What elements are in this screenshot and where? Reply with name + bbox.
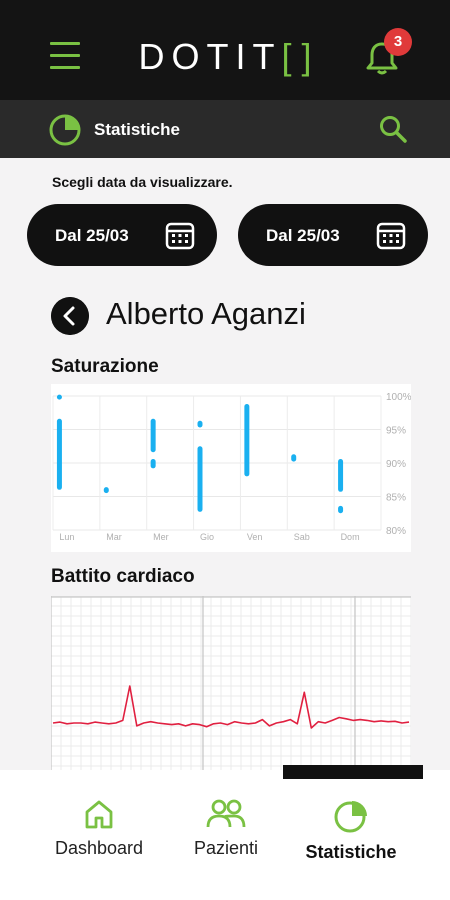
section-title: Statistiche xyxy=(94,120,180,139)
users-icon xyxy=(206,799,246,828)
nav-dashboard-label: Dashboard xyxy=(54,838,144,858)
nav-statistiche-label: Statistiche xyxy=(305,842,397,862)
date-from-button[interactable]: Dal 25/03 xyxy=(27,204,217,266)
patient-name: Alberto Aganzi xyxy=(106,296,306,331)
x-tick-label: Lun xyxy=(59,532,74,542)
y-tick-label: 90% xyxy=(386,459,406,470)
back-button[interactable] xyxy=(51,297,89,335)
pie-chart-icon xyxy=(49,114,81,146)
nav-pazienti-label: Pazienti xyxy=(193,838,259,858)
nav-dashboard[interactable]: Dashboard xyxy=(39,798,159,859)
nav-statistiche[interactable]: Statistiche xyxy=(291,798,411,863)
y-tick-label: 85% xyxy=(386,493,406,504)
notification-badge: 3 xyxy=(384,28,412,56)
home-icon xyxy=(85,800,113,829)
saturation-bar xyxy=(338,458,344,492)
x-tick-label: Mar xyxy=(106,532,122,542)
x-tick-label: Sab xyxy=(294,532,310,542)
nav-pazienti[interactable]: Pazienti xyxy=(166,798,286,859)
saturation-bar xyxy=(244,404,250,477)
saturation-bar xyxy=(56,418,62,490)
saturation-bar xyxy=(150,418,156,453)
saturation-bar xyxy=(197,420,203,428)
pie-chart-icon xyxy=(334,801,367,833)
saturation-bar xyxy=(291,454,297,462)
heart-rate-chart-title: Battito cardiaco xyxy=(51,566,195,587)
y-tick-label: 95% xyxy=(386,426,406,437)
saturation-chart-title: Saturazione xyxy=(51,356,159,377)
saturation-chart: 100% 95% 90% 85% 80% Lun Mar Mer Gio Ven Sab Dom xyxy=(51,384,411,552)
y-tick-label: 80% xyxy=(386,526,406,537)
x-tick-label: Gio xyxy=(200,532,214,542)
x-tick-label: Ven xyxy=(247,532,263,542)
date-from-label: Dal 25/03 xyxy=(55,226,129,245)
y-tick-label: 100% xyxy=(386,392,411,403)
date-to-button[interactable]: Dal 25/03 xyxy=(238,204,428,266)
saturation-bar xyxy=(197,446,203,512)
date-to-label: Dal 25/03 xyxy=(266,226,340,245)
x-tick-label: Mer xyxy=(153,532,169,542)
date-prompt: Scegli data da visualizzare. xyxy=(52,174,233,190)
calendar-icon xyxy=(376,222,406,250)
calendar-icon xyxy=(165,222,195,250)
search-icon[interactable] xyxy=(378,114,408,144)
saturation-bar xyxy=(56,394,62,400)
x-tick-label: Dom xyxy=(341,532,360,542)
saturation-bar xyxy=(338,505,344,514)
saturation-bar xyxy=(103,487,109,494)
saturation-bar xyxy=(150,458,156,469)
heart-rate-chart xyxy=(51,596,411,772)
overlay-strip xyxy=(283,765,423,779)
